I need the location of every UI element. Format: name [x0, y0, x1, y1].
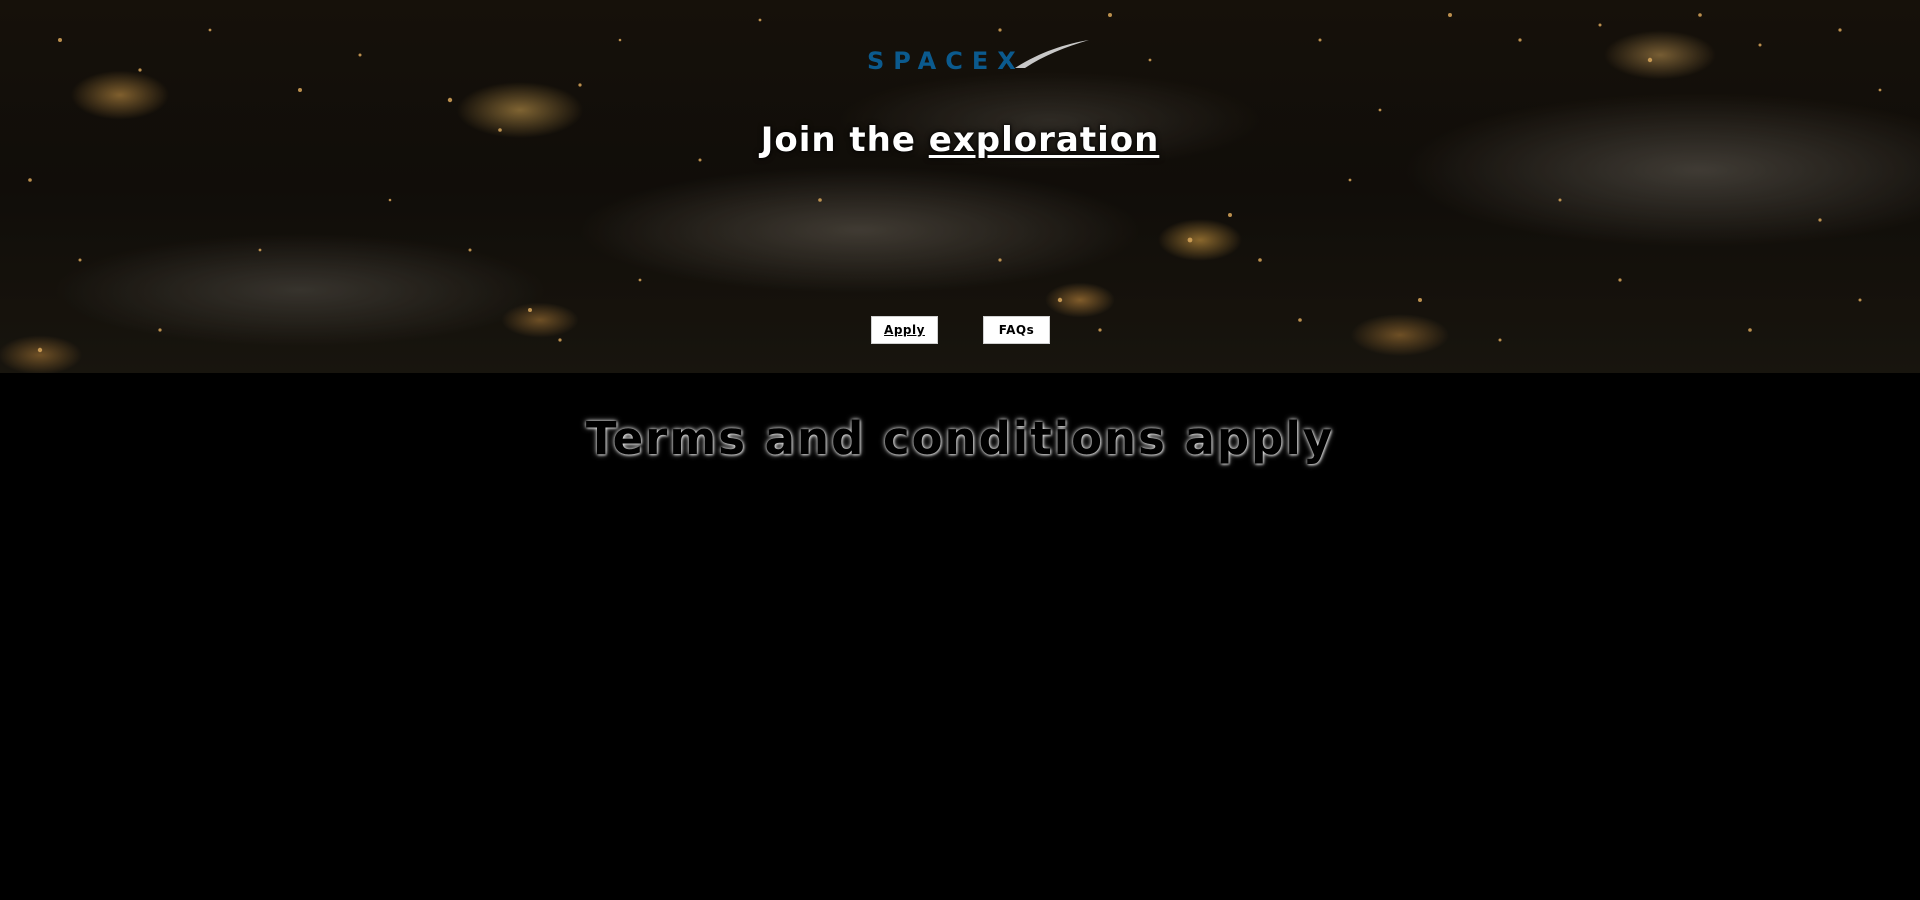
- hero-headline: Join the exploration: [0, 120, 1920, 160]
- headline-prefix: Join the: [760, 120, 929, 160]
- faqs-button[interactable]: FAQs: [983, 316, 1050, 344]
- logo-text: SPACEX: [867, 47, 1025, 74]
- hero-banner: SPACEX Join the exploration Apply FAQs: [0, 0, 1920, 373]
- terms-notice: Terms and conditions apply: [585, 412, 1335, 465]
- apply-button[interactable]: Apply: [871, 316, 938, 344]
- exploration-link[interactable]: exploration: [929, 120, 1160, 160]
- spacex-logo[interactable]: SPACEX: [865, 38, 1090, 74]
